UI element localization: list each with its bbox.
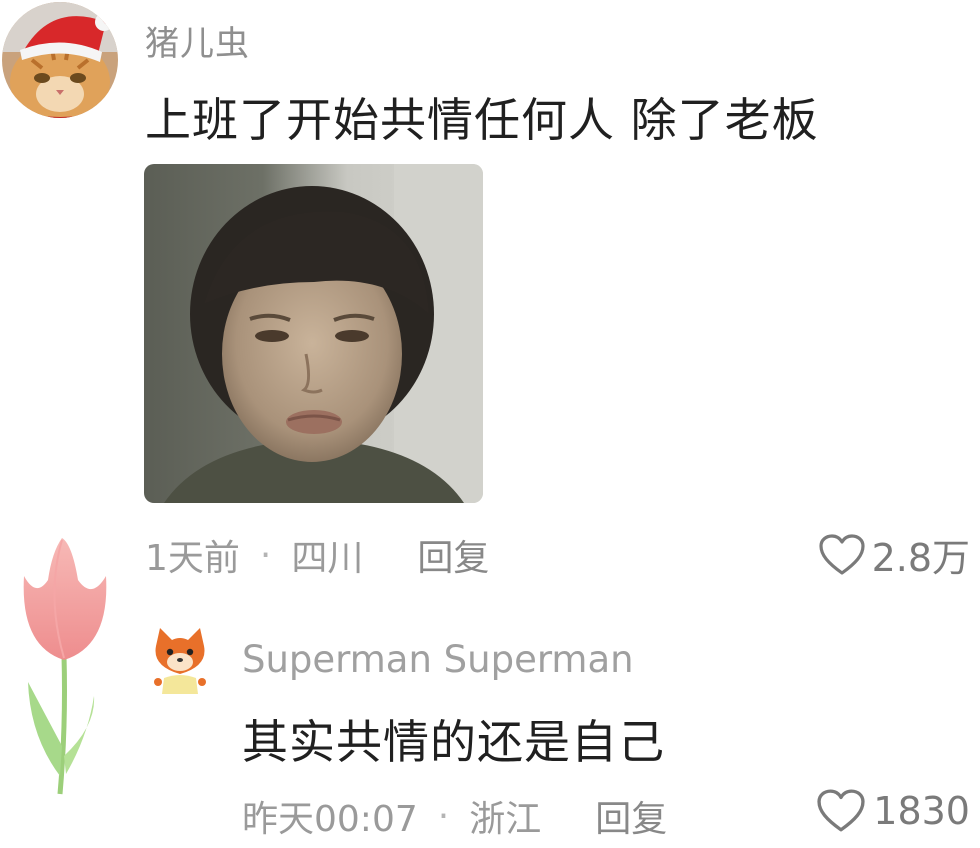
meta-separator: · [259,534,272,576]
reply-location: 浙江 [469,799,542,840]
comment-image[interactable] [144,164,483,503]
author-avatar[interactable] [2,2,118,118]
comment-meta: 1天前 · 四川 回复 [145,529,489,581]
author-name[interactable]: 猪儿虫 [145,16,250,65]
person-photo [144,164,483,503]
comment-text: 上班了开始共情任何人 除了老板 [145,93,819,147]
like-count: 2.8万 [871,536,970,580]
tulip-sticker [16,536,116,798]
fox-avatar-image [148,626,212,694]
reply-text: 其实共情的还是自己 [242,715,665,769]
reply-button[interactable]: 回复 [417,529,489,581]
meta-separator: · [437,795,450,837]
like-button[interactable]: 2.8万 [818,527,970,582]
comment-location: 四川 [291,538,364,579]
reply-time: 昨天00:07 [242,799,418,840]
comment-time: 1天前 [145,538,240,579]
reply-author-avatar[interactable] [148,626,212,694]
reply-like-count: 1830 [873,789,970,833]
heart-outline-icon [818,533,865,575]
reply-like-button[interactable]: 1830 [815,788,970,834]
cat-avatar-image [2,2,118,118]
reply-meta: 昨天00:07 · 浙江 回复 [242,790,667,842]
heart-outline-icon [817,789,865,832]
tulip-icon [23,538,107,795]
reply-author-name[interactable]: Superman Superman [242,638,634,681]
reply-reply-button[interactable]: 回复 [595,790,667,842]
comment-thread: 猪儿虫 上班了开始共情任何人 除了老板 1天前 · 四川 回复 2.8万 Sup… [0,0,980,848]
